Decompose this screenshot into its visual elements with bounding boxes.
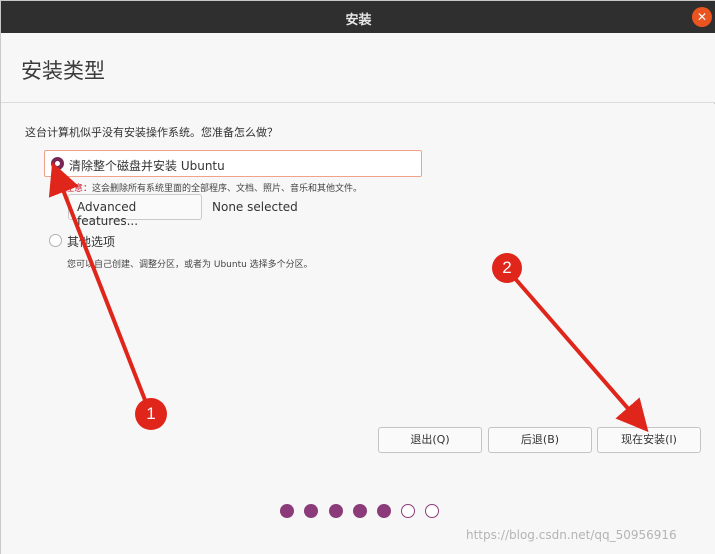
progress-dot [377, 504, 391, 518]
quit-button[interactable]: 退出(Q) [378, 427, 482, 453]
annotation-marker-2: 2 [492, 253, 522, 283]
radio-other-options[interactable] [49, 234, 62, 247]
install-question: 这台计算机似乎没有安装操作系统。您准备怎么做？ [25, 126, 278, 139]
option-erase-disk[interactable]: 清除整个磁盘并安装 Ubuntu [44, 150, 422, 177]
close-icon[interactable]: ✕ [692, 7, 712, 27]
option-other-label[interactable]: 其他选项 [67, 233, 115, 250]
page-title: 安装类型 [21, 59, 105, 83]
window-title: 安装 [345, 13, 372, 28]
main-content: 这台计算机似乎没有安装操作系统。您准备怎么做？ 清除整个磁盘并安装 Ubuntu… [1, 104, 715, 554]
progress-dot [329, 504, 343, 518]
radio-erase-disk[interactable] [51, 157, 64, 170]
progress-dot [425, 504, 439, 518]
option-erase-disk-label: 清除整个磁盘并安装 Ubuntu [69, 159, 225, 173]
option-other-note: 您可以自己创建、调整分区，或者为 Ubuntu 选择多个分区。 [67, 260, 313, 270]
installer-window: 安装 ✕ 安装类型 这台计算机似乎没有安装操作系统。您准备怎么做？ 清除整个磁盘… [0, 0, 715, 554]
title-bar: 安装 ✕ [1, 1, 715, 33]
progress-dot [280, 504, 294, 518]
back-button[interactable]: 后退(B) [488, 427, 592, 453]
note-warning-prefix: 注意： [65, 184, 93, 194]
option-erase-note: 注意：这会删除所有系统里面的全部程序、文档、照片、音乐和其他文件。 [65, 181, 362, 194]
advanced-features-button[interactable]: Advanced features... [68, 194, 202, 228]
progress-dot [353, 504, 367, 518]
note-warning-text: 这会删除所有系统里面的全部程序、文档、照片、音乐和其他文件。 [92, 184, 363, 194]
progress-dot [401, 504, 415, 518]
advanced-features-status: None selected [212, 200, 298, 214]
progress-dot [304, 504, 318, 518]
watermark: https://blog.csdn.net/qq_50956916 [466, 528, 677, 542]
annotation-marker-1: 1 [135, 398, 167, 430]
page-header: 安装类型 [1, 33, 715, 103]
install-now-button[interactable]: 现在安装(I) [597, 427, 701, 453]
